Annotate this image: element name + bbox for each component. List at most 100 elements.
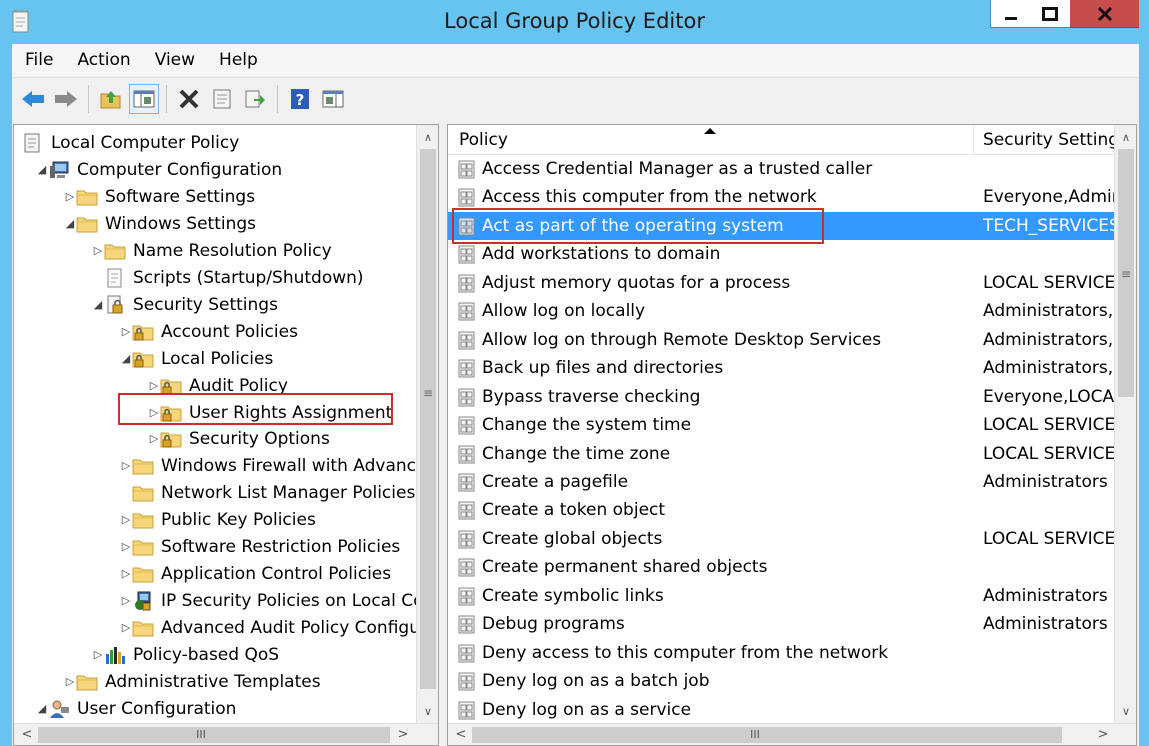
scrollbar-thumb[interactable] bbox=[38, 727, 390, 743]
scroll-left-icon[interactable]: < bbox=[450, 724, 472, 745]
tree-item[interactable]: ▷ Security Options bbox=[14, 426, 419, 453]
policy-row[interactable]: Deny log on as a service bbox=[448, 696, 1116, 725]
policy-row[interactable]: Deny access to this computer from the ne… bbox=[448, 639, 1116, 668]
expand-arrow-icon[interactable]: ▷ bbox=[120, 619, 132, 637]
delete-icon[interactable] bbox=[174, 84, 204, 114]
policy-row[interactable]: Bypass traverse checking Everyone,LOCAL bbox=[448, 383, 1116, 412]
security-setting-value: LOCAL SERVICE, bbox=[983, 415, 1116, 436]
help-icon[interactable]: ? bbox=[285, 84, 315, 114]
expand-arrow-icon[interactable]: ▷ bbox=[92, 646, 104, 664]
scroll-left-icon[interactable]: < bbox=[16, 724, 38, 745]
menu-help[interactable]: Help bbox=[206, 50, 269, 70]
forward-arrow-icon[interactable] bbox=[51, 84, 81, 114]
policy-row[interactable]: Access Credential Manager as a trusted c… bbox=[448, 155, 1116, 184]
tree-item[interactable]: Local Computer Policy bbox=[14, 130, 419, 157]
scroll-right-icon[interactable]: > bbox=[1092, 724, 1114, 745]
tree-item[interactable]: ◢ Windows Settings bbox=[14, 211, 419, 238]
collapse-arrow-icon[interactable]: ◢ bbox=[92, 296, 104, 314]
collapse-arrow-icon[interactable]: ◢ bbox=[36, 700, 48, 718]
tree-horizontal-scrollbar[interactable]: < III > bbox=[14, 723, 438, 745]
policy-setting-icon bbox=[458, 274, 476, 293]
scrollbar-thumb[interactable] bbox=[420, 149, 436, 689]
tree-item[interactable]: ▷ Advanced Audit Policy Configu bbox=[14, 615, 420, 642]
policy-row[interactable]: Allow log on through Remote Desktop Serv… bbox=[448, 326, 1116, 355]
policy-row[interactable]: Access this computer from the network Eve… bbox=[448, 183, 1116, 212]
scroll-up-icon[interactable]: ∧ bbox=[1115, 127, 1136, 149]
back-arrow-icon[interactable] bbox=[18, 84, 48, 114]
expand-arrow-icon[interactable] bbox=[120, 484, 132, 502]
scroll-down-icon[interactable]: ∨ bbox=[1115, 701, 1136, 723]
tree-item[interactable]: ◢ Computer Configuration bbox=[14, 157, 419, 184]
tree-item[interactable]: ▷ Software Restriction Policies bbox=[14, 534, 419, 561]
scrollbar-thumb[interactable] bbox=[472, 727, 1062, 743]
tree-item[interactable]: ▷ Software Settings bbox=[14, 184, 419, 211]
policy-row[interactable]: Adjust memory quotas for a process LOCAL … bbox=[448, 269, 1116, 298]
collapse-arrow-icon[interactable]: ◢ bbox=[36, 161, 48, 179]
close-button[interactable] bbox=[1070, 0, 1139, 28]
tree-vertical-scrollbar[interactable]: ∧ ≡ ∨ bbox=[416, 125, 438, 723]
tree-item[interactable]: ▷ Policy-based QoS bbox=[14, 642, 419, 669]
policy-row[interactable]: Create a token object bbox=[448, 496, 1116, 525]
collapse-arrow-icon[interactable]: ◢ bbox=[64, 215, 76, 233]
policy-row[interactable]: Change the time zone LOCAL SERVICE, bbox=[448, 440, 1116, 469]
policy-row[interactable]: Create global objects LOCAL SERVICE, bbox=[448, 525, 1116, 554]
policy-row[interactable]: Debug programs Administrators bbox=[448, 610, 1116, 639]
policy-name: Add workstations to domain bbox=[482, 244, 721, 265]
expand-arrow-icon[interactable]: ▷ bbox=[148, 430, 160, 448]
tree-item[interactable]: ▷ Name Resolution Policy bbox=[14, 238, 419, 265]
expand-arrow-icon[interactable]: ▷ bbox=[120, 538, 132, 556]
tree-item[interactable]: ◢ Local Policies bbox=[14, 346, 419, 373]
properties-icon[interactable] bbox=[207, 84, 237, 114]
tree-item[interactable]: ▷ Administrative Templates bbox=[14, 669, 419, 696]
expand-arrow-icon[interactable] bbox=[92, 269, 104, 287]
policy-setting-icon bbox=[458, 701, 476, 720]
list-horizontal-scrollbar[interactable]: < III > bbox=[448, 723, 1136, 745]
policy-setting-icon bbox=[458, 160, 476, 179]
policy-row[interactable]: Change the system time LOCAL SERVICE, bbox=[448, 411, 1116, 440]
tree-item[interactable]: ▷ User Rights Assignment bbox=[14, 400, 419, 427]
tree-item[interactable]: Scripts (Startup/Shutdown) bbox=[14, 265, 419, 292]
tree-item[interactable]: ▷ Public Key Policies bbox=[14, 507, 419, 534]
scroll-right-icon[interactable]: > bbox=[392, 724, 414, 745]
tree-item[interactable]: ▷ Application Control Policies bbox=[14, 561, 419, 588]
scroll-up-icon[interactable]: ∧ bbox=[417, 127, 438, 149]
menu-file[interactable]: File bbox=[12, 50, 64, 70]
expand-arrow-icon[interactable]: ▷ bbox=[148, 377, 160, 395]
expand-arrow-icon[interactable]: ▷ bbox=[64, 673, 76, 691]
expand-arrow-icon[interactable]: ▷ bbox=[148, 404, 160, 422]
tree-item[interactable]: ▷ Audit Policy bbox=[14, 373, 419, 400]
expand-arrow-icon[interactable]: ▷ bbox=[92, 242, 104, 260]
tree-item[interactable]: Network List Manager Policies bbox=[14, 480, 419, 507]
expand-arrow-icon[interactable]: ▷ bbox=[120, 511, 132, 529]
policy-row[interactable]: Deny log on as a batch job bbox=[448, 667, 1116, 696]
column-header-security-setting[interactable]: Security Setting bbox=[972, 125, 1116, 155]
tree-item[interactable]: ◢ User Configuration bbox=[14, 696, 419, 723]
show-hide-tree-icon[interactable] bbox=[129, 83, 159, 114]
collapse-arrow-icon[interactable]: ◢ bbox=[120, 350, 132, 368]
tree-item[interactable]: ◢ Security Settings bbox=[14, 292, 419, 319]
policy-row[interactable]: Create permanent shared objects bbox=[448, 553, 1116, 582]
expand-arrow-icon[interactable]: ▷ bbox=[120, 323, 132, 341]
scroll-down-icon[interactable]: ∨ bbox=[417, 701, 438, 723]
tree-item[interactable]: ▷ IP Security Policies on Local Cor bbox=[14, 588, 431, 615]
expand-arrow-icon[interactable]: ▷ bbox=[120, 592, 132, 610]
up-folder-icon[interactable] bbox=[96, 84, 126, 114]
export-list-icon[interactable] bbox=[240, 84, 270, 114]
expand-arrow-icon[interactable]: ▷ bbox=[120, 565, 132, 583]
expand-arrow-icon[interactable]: ▷ bbox=[120, 457, 132, 475]
policy-row[interactable]: Add workstations to domain bbox=[448, 240, 1116, 269]
show-action-pane-icon[interactable] bbox=[318, 84, 348, 114]
policy-row[interactable]: Create symbolic links Administrators bbox=[448, 582, 1116, 611]
policy-row[interactable]: Create a pagefile Administrators bbox=[448, 468, 1116, 497]
list-vertical-scrollbar[interactable]: ∧ ≡ ∨ bbox=[1114, 125, 1136, 723]
policy-row[interactable]: Back up files and directories Administrat… bbox=[448, 354, 1116, 383]
menu-view[interactable]: View bbox=[142, 50, 206, 70]
minimize-button[interactable] bbox=[990, 0, 1030, 28]
maximize-button[interactable] bbox=[1030, 0, 1070, 28]
expand-arrow-icon[interactable]: ▷ bbox=[64, 188, 76, 206]
tree-item[interactable]: ▷ Account Policies bbox=[14, 319, 419, 346]
tree-item[interactable]: ▷ Windows Firewall with Advance bbox=[14, 453, 427, 480]
menu-action[interactable]: Action bbox=[64, 50, 141, 70]
policy-row[interactable]: Act as part of the operating system TECH_… bbox=[448, 211, 1116, 241]
policy-row[interactable]: Allow log on locally Administrators,U bbox=[448, 297, 1116, 326]
